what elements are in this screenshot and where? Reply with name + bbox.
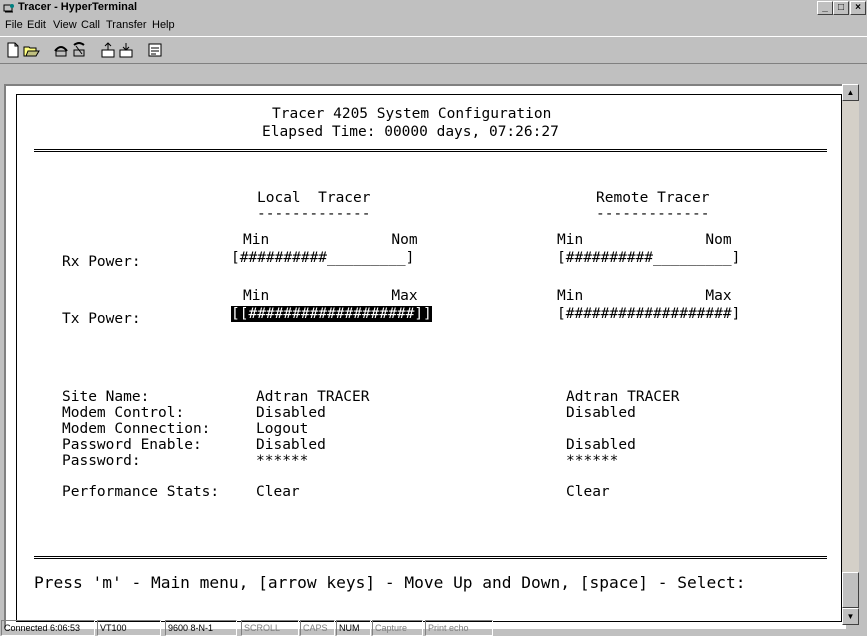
modem-connection-local[interactable]: Logout	[256, 421, 308, 437]
password-local[interactable]: ******	[256, 453, 308, 469]
remote-heading-underline: -------------	[596, 206, 710, 222]
password-enable-label: Password Enable:	[62, 437, 202, 453]
receive-icon[interactable]	[118, 41, 136, 59]
status-caps: CAPS	[300, 620, 335, 636]
menu-edit[interactable]: Edit	[27, 19, 46, 31]
performance-stats-label: Performance Stats:	[62, 484, 220, 500]
local-tracer-heading: Local Tracer	[257, 190, 371, 206]
new-icon[interactable]	[4, 41, 22, 59]
modem-control-remote[interactable]: Disabled	[566, 405, 636, 421]
window-title: Tracer - HyperTerminal	[18, 1, 138, 13]
help-prompt: Press 'm' - Main menu, [arrow keys] - Mo…	[34, 573, 746, 592]
rx-power-bar-remote: [##########_________]	[557, 250, 741, 266]
maximize-button[interactable]: □	[833, 1, 849, 15]
password-label: Password:	[62, 453, 141, 469]
site-name-local[interactable]: Adtran TRACER	[256, 389, 370, 405]
menu-help[interactable]: Help	[152, 19, 175, 31]
site-name-remote[interactable]: Adtran TRACER	[566, 389, 680, 405]
tx-scale-local: Min Max	[243, 288, 418, 304]
menu-view[interactable]: View	[53, 19, 77, 31]
call-icon[interactable]	[52, 41, 70, 59]
scroll-up-arrow-icon[interactable]: ▲	[842, 84, 859, 101]
password-remote[interactable]: ******	[566, 453, 618, 469]
footer-divider	[34, 556, 827, 559]
status-capture: Capture	[372, 620, 423, 636]
tx-power-bar-remote: [###################]	[557, 306, 741, 322]
config-title: Tracer 4205 System Configuration	[272, 106, 552, 122]
performance-stats-remote[interactable]: Clear	[566, 484, 610, 500]
rx-power-label: Rx Power:	[62, 254, 141, 270]
scroll-thumb[interactable]	[842, 572, 859, 608]
status-connected: Connected 6:06:53	[1, 620, 95, 636]
tx-scale-remote: Min Max	[557, 288, 732, 304]
local-heading-underline: -------------	[257, 206, 371, 222]
menu-transfer[interactable]: Transfer	[106, 19, 147, 31]
vertical-scrollbar[interactable]: ▲ ▼	[842, 84, 859, 625]
menu-file[interactable]: File	[5, 19, 23, 31]
modem-control-label: Modem Control:	[62, 405, 185, 421]
status-num: NUM	[336, 620, 371, 636]
elapsed-time: Elapsed Time: 00000 days, 07:26:27	[262, 124, 559, 140]
rx-scale-local: Min Nom	[243, 232, 418, 248]
modem-connection-label: Modem Connection:	[62, 421, 211, 437]
menu-bar: File Edit View Call Transfer Help	[0, 17, 867, 35]
status-port-settings: 9600 8-N-1	[165, 620, 237, 636]
password-enable-local[interactable]: Disabled	[256, 437, 326, 453]
send-icon[interactable]	[100, 41, 118, 59]
rx-power-bar-local: [##########_________]	[231, 250, 415, 266]
status-scroll: SCROLL	[241, 620, 299, 636]
close-button[interactable]: ×	[850, 1, 866, 15]
password-enable-remote[interactable]: Disabled	[566, 437, 636, 453]
status-bar: Connected 6:06:53 VT100 9600 8-N-1 SCROL…	[0, 618, 867, 636]
toolbar	[0, 36, 867, 64]
tx-power-label: Tx Power:	[62, 311, 141, 327]
header-divider	[34, 149, 827, 152]
title-bar: Tracer - HyperTerminal _ □ ×	[0, 0, 867, 16]
site-name-label: Site Name:	[62, 389, 150, 405]
status-emulation: VT100	[97, 620, 161, 636]
properties-icon[interactable]	[146, 41, 164, 59]
tx-power-bar-local-selected[interactable]: [[###################]]	[231, 306, 432, 322]
performance-stats-local[interactable]: Clear	[256, 484, 300, 500]
disconnect-icon[interactable]	[70, 41, 88, 59]
modem-control-local[interactable]: Disabled	[256, 405, 326, 421]
menu-call[interactable]: Call	[81, 19, 100, 31]
rx-scale-remote: Min Nom	[557, 232, 732, 248]
remote-tracer-heading: Remote Tracer	[596, 190, 710, 206]
minimize-button[interactable]: _	[817, 1, 833, 15]
terminal-screen	[16, 94, 842, 622]
hyperterminal-app-icon	[3, 4, 14, 13]
open-icon[interactable]	[22, 41, 40, 59]
status-print-echo: Print echo	[425, 620, 493, 636]
